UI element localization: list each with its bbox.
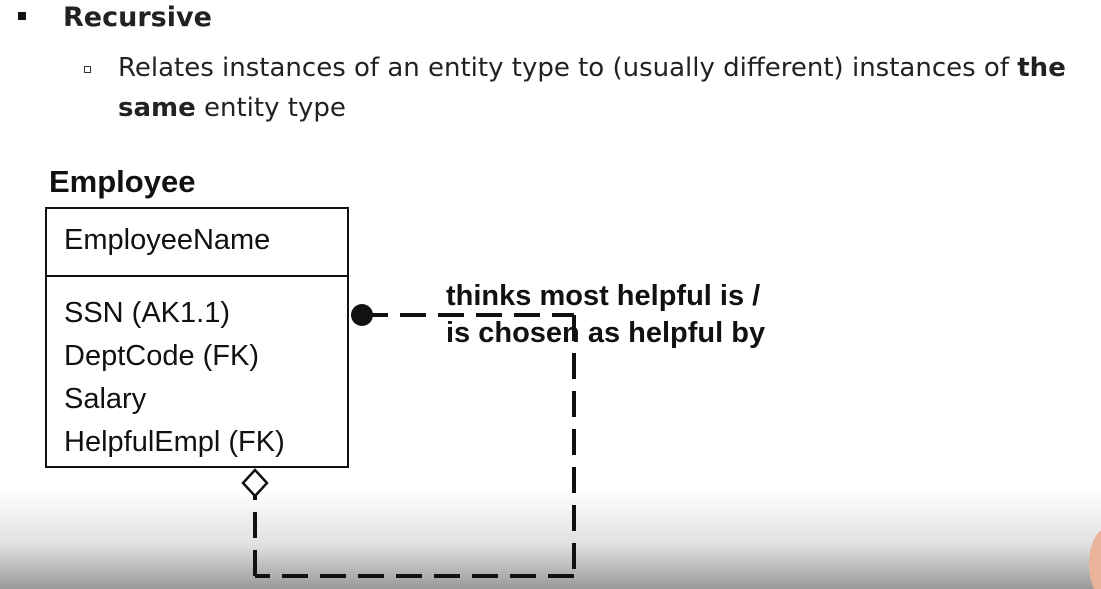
attribute-item: Salary (64, 383, 147, 415)
verb-phrase-line-1: thinks most helpful is / (446, 280, 761, 312)
cardinality-dot-icon (351, 304, 373, 326)
primary-key-attribute: EmployeeName (64, 224, 271, 256)
attribute-item: DeptCode (FK) (64, 340, 260, 372)
relationship-label: thinks most helpful is / is chosen as he… (446, 278, 765, 352)
null-diamond-icon (241, 468, 269, 498)
attribute-item: SSN (AK1.1) (64, 297, 230, 329)
attribute-list: SSN (AK1.1) DeptCode (FK) Salary Helpful… (64, 292, 285, 464)
entity-name: Employee (49, 164, 196, 199)
attribute-item: HelpfulEmpl (FK) (64, 426, 285, 458)
verb-phrase-line-2: is chosen as helpful by (446, 317, 766, 349)
slide: Recursive Relates instances of an entity… (0, 0, 1101, 589)
